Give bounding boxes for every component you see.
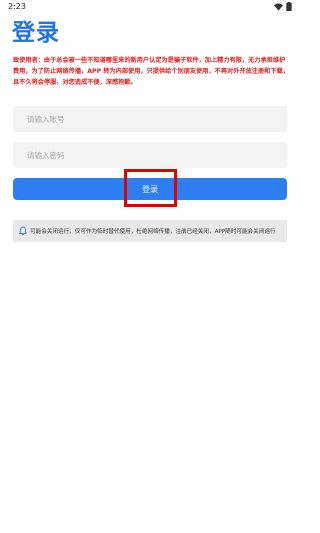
status-bar: 2:23	[0, 0, 300, 14]
account-input[interactable]	[13, 106, 287, 132]
login-screen: 2:23 登录 致使用者：由于总会被一些不知道哪里来的新用户认定为是骗子软件，加…	[0, 0, 300, 533]
login-button[interactable]: 登录	[13, 178, 287, 200]
battery-icon	[286, 2, 292, 11]
status-icons	[274, 2, 292, 11]
announcement-text: 可能会关闭运行，仅可作为临时替代使用，杜绝网络传播，注册已经关闭，APP随时可能…	[30, 229, 276, 235]
password-input[interactable]	[13, 142, 287, 168]
status-time: 2:23	[8, 2, 26, 11]
wifi-icon	[274, 2, 283, 11]
announcement-bar: 可能会关闭运行，仅可作为临时替代使用，杜绝网络传播，注册已经关闭，APP随时可能…	[13, 220, 287, 242]
bell-icon	[19, 226, 27, 236]
notice-text: 致使用者：由于总会被一些不知道哪里来的新用户认定为是骗子软件，加上精力有限，无力…	[13, 57, 289, 86]
page-title: 登录	[12, 20, 60, 46]
